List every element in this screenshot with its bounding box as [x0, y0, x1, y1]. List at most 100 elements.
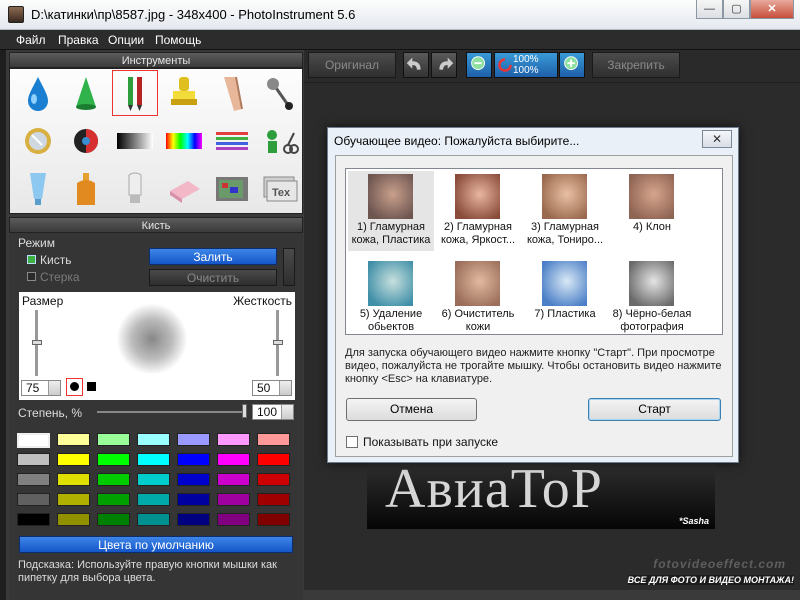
color-swatch[interactable] [97, 493, 130, 506]
show-on-start-checkbox[interactable] [346, 436, 358, 448]
round-brush-button[interactable] [66, 378, 83, 396]
tv-icon[interactable] [210, 167, 254, 211]
water-drop-icon[interactable] [16, 71, 60, 115]
color-swatch[interactable] [257, 513, 290, 526]
color-swatch[interactable] [97, 473, 130, 486]
eye-icon[interactable] [64, 119, 108, 163]
cancel-button[interactable]: Отмена [346, 398, 477, 421]
hardness-input[interactable]: 50 [252, 380, 292, 396]
cone-icon[interactable] [64, 71, 108, 115]
color-swatch[interactable] [97, 433, 130, 446]
color-swatch[interactable] [97, 513, 130, 526]
menu-file[interactable]: Файл [16, 33, 46, 47]
color-swatch[interactable] [257, 433, 290, 446]
fill-button[interactable]: Залить [149, 248, 277, 265]
color-swatch[interactable] [177, 513, 210, 526]
degree-slider[interactable] [97, 411, 245, 413]
zoom-in-icon[interactable] [559, 52, 585, 78]
color-swatch[interactable] [137, 493, 170, 506]
tutorial-dialog: Обучающее видео: Пожалуйста выбирите... … [327, 127, 739, 463]
minimize-button[interactable]: — [696, 0, 723, 19]
color-swatch[interactable] [17, 493, 50, 506]
color-swatch[interactable] [137, 513, 170, 526]
maximize-button[interactable]: ▢ [723, 0, 750, 19]
lesson-item[interactable]: 3) Гламурная кожа, Тониро... [522, 171, 608, 251]
color-swatch[interactable] [57, 493, 90, 506]
undo-icon[interactable] [403, 52, 429, 78]
color-swatch[interactable] [97, 453, 130, 466]
color-swatch[interactable] [257, 453, 290, 466]
horizontal-scrollbar[interactable] [304, 590, 800, 600]
brush-pencil-icon[interactable] [112, 70, 158, 116]
clear-button[interactable]: Очистить [149, 269, 277, 286]
panel-scroll[interactable] [283, 248, 295, 286]
color-swatch[interactable] [217, 513, 250, 526]
start-button[interactable]: Старт [588, 398, 721, 421]
color-swatch[interactable] [17, 513, 50, 526]
menu-edit[interactable]: Правка [58, 33, 99, 47]
lesson-item[interactable]: 1) Гламурная кожа, Пластика [348, 171, 434, 251]
bottle-icon[interactable] [64, 167, 108, 211]
color-swatch[interactable] [177, 473, 210, 486]
zoom-level[interactable]: 100% 100% [494, 52, 558, 78]
lesson-item[interactable]: 8) Чёрно-белая фотография [609, 258, 695, 338]
color-swatch[interactable] [217, 433, 250, 446]
default-colors-button[interactable]: Цвета по умолчанию [19, 536, 293, 553]
original-button[interactable]: Оригинал [308, 52, 396, 78]
dialog-close-button[interactable]: ✕ [702, 130, 732, 148]
soap-icon[interactable] [162, 167, 206, 211]
color-swatch[interactable] [137, 453, 170, 466]
color-swatch[interactable] [17, 473, 50, 486]
color-swatch[interactable] [17, 453, 50, 466]
gradient-icon[interactable] [113, 119, 157, 163]
color-swatch[interactable] [217, 453, 250, 466]
lesson-item[interactable]: 6) Очиститель кожи [435, 258, 521, 338]
tube-icon[interactable] [16, 167, 60, 211]
lamp-icon[interactable] [113, 167, 157, 211]
clone-scissors-icon[interactable] [258, 119, 302, 163]
color-swatch[interactable] [257, 473, 290, 486]
menu-options[interactable]: Опции [108, 33, 144, 47]
spectrum-icon[interactable] [162, 119, 206, 163]
color-swatch[interactable] [257, 493, 290, 506]
color-swatch[interactable] [177, 433, 210, 446]
color-swatch[interactable] [217, 473, 250, 486]
watermark-tagline: ВСЕ ДЛЯ ФОТО И ВИДЕО МОНТАЖА! [627, 575, 794, 585]
color-swatch[interactable] [17, 433, 50, 448]
lesson-item[interactable]: 5) Удаление обьектов [348, 258, 434, 338]
brush-radio[interactable] [27, 255, 36, 264]
lesson-item[interactable]: 7) Пластика [522, 258, 608, 338]
lesson-item[interactable]: 4) Клон [609, 171, 695, 251]
color-swatch[interactable] [57, 513, 90, 526]
eraser-radio[interactable] [27, 272, 36, 281]
menu-help[interactable]: Помощь [155, 33, 201, 47]
color-swatch[interactable] [57, 433, 90, 446]
tools-grid: Tex [9, 68, 303, 214]
lesson-item[interactable]: 2) Гламурная кожа, Яркост... [435, 171, 521, 251]
text-icon[interactable]: Tex [258, 167, 302, 211]
stamp-icon[interactable] [162, 71, 206, 115]
color-swatch[interactable] [57, 473, 90, 486]
lens-icon[interactable] [16, 119, 60, 163]
color-swatch[interactable] [57, 453, 90, 466]
eraser-finger-icon[interactable] [210, 71, 254, 115]
zoom-out-icon[interactable] [466, 52, 492, 78]
redo-icon[interactable] [431, 52, 457, 78]
size-slider-knob[interactable] [32, 340, 42, 345]
color-swatch[interactable] [137, 473, 170, 486]
color-swatch[interactable] [177, 453, 210, 466]
pin-icon[interactable] [258, 71, 302, 115]
size-input[interactable]: 75 [21, 380, 61, 396]
hardness-slider-knob[interactable] [273, 340, 283, 345]
color-swatch[interactable] [137, 433, 170, 446]
degree-slider-knob[interactable] [242, 404, 247, 418]
pin-button[interactable]: Закрепить [592, 52, 680, 78]
degree-input[interactable]: 100 [252, 404, 294, 420]
close-button[interactable]: ✕ [750, 0, 794, 19]
color-swatch[interactable] [217, 493, 250, 506]
hardness-label: Жесткость [233, 294, 292, 308]
lesson-thumbnail [629, 261, 674, 306]
square-brush-button[interactable] [87, 382, 96, 391]
color-swatch[interactable] [177, 493, 210, 506]
lines-icon[interactable] [210, 119, 254, 163]
